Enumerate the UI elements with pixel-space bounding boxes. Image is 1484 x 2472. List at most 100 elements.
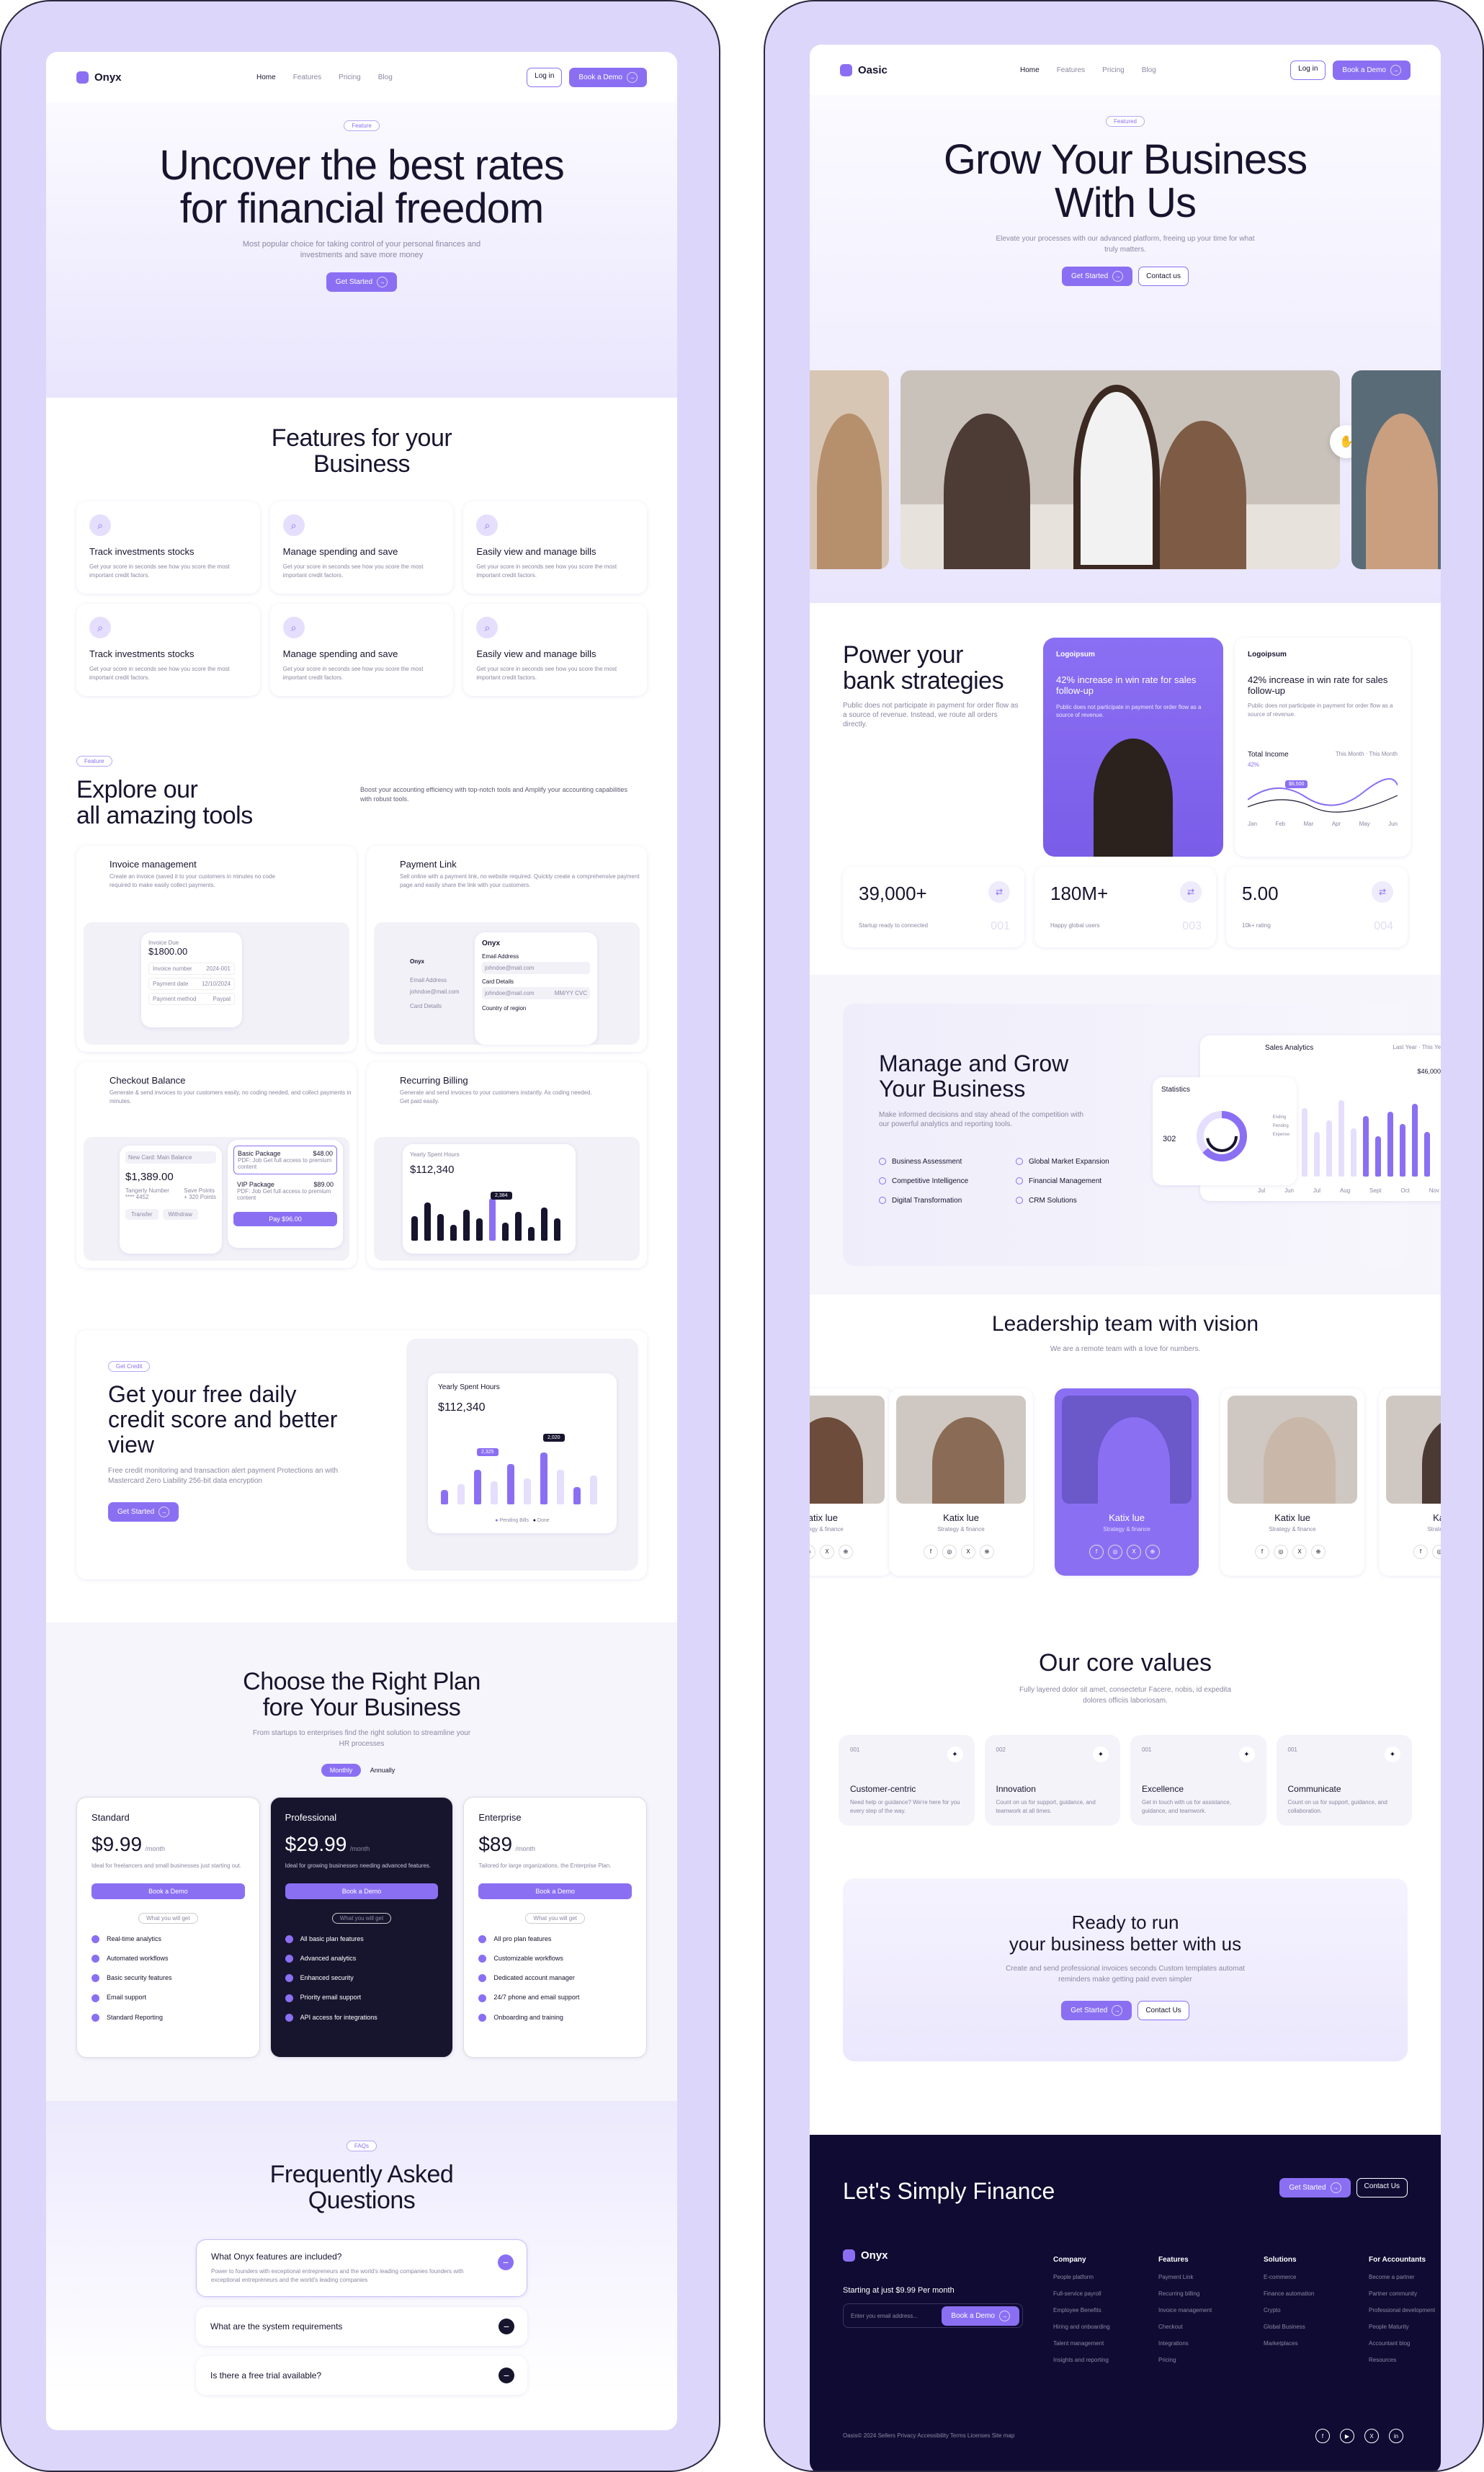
footer-link[interactable]: People platform <box>1053 2274 1125 2280</box>
footer-link[interactable]: Finance automation <box>1264 2290 1336 2297</box>
collapse-icon[interactable]: − <box>498 2254 514 2270</box>
cta-get-started-button[interactable]: Get Started <box>1061 2001 1132 2020</box>
credit-get-started-button[interactable]: Get Started <box>108 1502 179 1522</box>
feature-title: Manage spending and save <box>282 648 398 659</box>
login-button[interactable]: Log in <box>1290 60 1326 80</box>
footer-link[interactable]: Employee Benefits <box>1053 2307 1125 2313</box>
onyx-logo[interactable]: Onyx <box>76 71 256 84</box>
youtube-icon[interactable]: ▶ <box>1340 2429 1354 2443</box>
footer-link[interactable]: Integrations <box>1158 2340 1230 2347</box>
email-input[interactable]: johndoe@mail.com <box>482 962 590 974</box>
contact-button[interactable]: Contact us <box>1138 267 1189 286</box>
footer-link[interactable]: Checkout <box>1158 2324 1230 2330</box>
x-icon[interactable]: X <box>1127 1544 1141 1559</box>
footer-get-started-button[interactable]: Get Started <box>1279 2178 1351 2197</box>
footer-link[interactable]: Full-service payroll <box>1053 2290 1125 2297</box>
instagram-icon[interactable]: ◎ <box>942 1544 957 1559</box>
footer-book-demo-button[interactable]: Book a Demo <box>942 2306 1019 2326</box>
plan-book-demo-button[interactable]: Book a Demo <box>91 1883 245 1899</box>
footer-link[interactable]: Insights and reporting <box>1053 2357 1125 2363</box>
footer-link[interactable]: Talent management <box>1053 2340 1125 2347</box>
footer-link[interactable]: Resources <box>1369 2357 1441 2363</box>
vip-package[interactable]: VIP Package $89.00 PDF: Job Get full acce… <box>233 1177 337 1205</box>
faq-item-2[interactable]: What are the system requirements − <box>196 2307 527 2346</box>
feature-card[interactable]: ⌕ Manage spending and save Get your score … <box>269 604 454 696</box>
toggle-annually[interactable]: Annually <box>363 1764 403 1777</box>
footer-link[interactable]: Global Business <box>1264 2324 1336 2330</box>
footer-link[interactable]: Partner community <box>1369 2290 1441 2297</box>
footer-link[interactable]: Pricing <box>1158 2357 1230 2363</box>
linkedin-icon[interactable]: in <box>1389 2429 1403 2443</box>
facebook-icon[interactable]: f <box>1255 1544 1269 1559</box>
book-demo-button[interactable]: Book a Demo <box>569 67 647 87</box>
faq-item-3[interactable]: Is there a free trial available? − <box>196 2356 527 2395</box>
dribbble-icon[interactable]: ⊕ <box>980 1544 994 1559</box>
footer-link[interactable]: Become a partner <box>1369 2274 1441 2280</box>
team-card[interactable]: Katix lueStrategy & financef◎X⊕ <box>1379 1388 1441 1576</box>
transfer-button[interactable]: Transfer <box>125 1209 158 1220</box>
facebook-icon[interactable]: f <box>1089 1544 1104 1559</box>
faq-item-open[interactable]: What Onyx features are included? Power t… <box>196 2239 527 2297</box>
dribbble-icon[interactable]: ⊕ <box>1311 1544 1326 1559</box>
footer-link[interactable]: People Maturity <box>1369 2324 1441 2330</box>
expand-icon[interactable]: − <box>499 2368 514 2383</box>
pay-button[interactable]: Pay $96.00 <box>233 1212 337 1226</box>
expand-icon[interactable]: − <box>499 2319 514 2334</box>
team-card[interactable]: Katix lueStrategy & financef◎X⊕ <box>810 1388 892 1576</box>
instagram-icon[interactable]: ◎ <box>1274 1544 1288 1559</box>
instagram-icon[interactable]: ◎ <box>1108 1544 1122 1559</box>
get-started-button[interactable]: Get Started <box>326 272 398 292</box>
nav-link-pricing[interactable]: Pricing <box>1102 66 1125 74</box>
x-icon[interactable]: X <box>820 1544 834 1559</box>
feature-card[interactable]: ⌕ Easily view and manage bills Get your sc… <box>463 604 647 696</box>
footer-link[interactable]: Crypto <box>1264 2307 1336 2313</box>
footer-link[interactable]: Invoice management <box>1158 2307 1230 2313</box>
team-card[interactable]: Katix lueStrategy & financef◎X⊕ <box>1220 1388 1364 1576</box>
footer-link[interactable]: Accountant blog <box>1369 2340 1441 2347</box>
oasic-logo[interactable]: Oasic <box>840 63 1020 76</box>
footer-link[interactable]: Payment Link <box>1158 2274 1230 2280</box>
nav-link-features[interactable]: Features <box>1057 66 1085 74</box>
toggle-monthly[interactable]: Monthly <box>321 1764 362 1777</box>
nav-link-pricing[interactable]: Pricing <box>339 73 361 81</box>
instagram-icon[interactable]: ◎ <box>810 1544 815 1559</box>
footer-link[interactable]: Hiring and onboarding <box>1053 2324 1125 2330</box>
feature-card[interactable]: ⌕ Track investments stocks Get your score … <box>76 501 260 594</box>
get-started-button[interactable]: Get Started <box>1062 267 1133 286</box>
feature-card[interactable]: ⌕ Track investments stocks Get your score … <box>76 604 260 696</box>
team-card[interactable]: Katix lueStrategy & financef◎X⊕ <box>889 1388 1033 1576</box>
plan-book-demo-button[interactable]: Book a Demo <box>478 1883 632 1899</box>
footer-link[interactable]: Marketplaces <box>1264 2340 1336 2347</box>
x-icon[interactable]: X <box>1292 1544 1307 1559</box>
facebook-icon[interactable]: f <box>1413 1544 1428 1559</box>
book-demo-button[interactable]: Book a Demo <box>1333 60 1411 80</box>
nav-link-blog[interactable]: Blog <box>1142 66 1156 74</box>
nav-link-home[interactable]: Home <box>1020 66 1040 74</box>
x-icon[interactable]: X <box>961 1544 975 1559</box>
login-button[interactable]: Log in <box>527 67 563 87</box>
footer-link[interactable]: Professional development <box>1369 2307 1441 2313</box>
plan-book-demo-button[interactable]: Book a Demo <box>285 1883 439 1899</box>
facebook-icon[interactable]: f <box>924 1544 938 1559</box>
footer-link[interactable]: E-commerce <box>1264 2274 1336 2280</box>
dribbble-icon[interactable]: ⊕ <box>839 1544 853 1559</box>
card-input[interactable]: johndoe@mail.com MM/YY CVC <box>482 987 590 999</box>
dribbble-icon[interactable]: ⊕ <box>1145 1544 1160 1559</box>
footer-email-input[interactable]: Enter you email address... <box>851 2313 918 2319</box>
instagram-icon[interactable]: ◎ <box>1432 1544 1441 1559</box>
withdraw-button[interactable]: Withdraw <box>162 1209 198 1220</box>
nav-link-blog[interactable]: Blog <box>378 73 393 81</box>
footer-link[interactable]: Recurring billing <box>1158 2290 1230 2297</box>
cta-contact-button[interactable]: Contact Us <box>1137 2001 1189 2020</box>
nav-link-home[interactable]: Home <box>256 73 276 81</box>
footer-logo[interactable]: Onyx <box>843 2249 1023 2262</box>
team-card-active[interactable]: Katix lue Strategy & finance f ◎ X ⊕ <box>1055 1388 1199 1576</box>
nav-link-features[interactable]: Features <box>293 73 321 81</box>
card-select[interactable]: New Card: Main Balance <box>125 1151 216 1164</box>
x-icon[interactable]: X <box>1364 2429 1379 2443</box>
feature-card[interactable]: ⌕ Easily view and manage bills Get your sc… <box>463 501 647 594</box>
feature-card[interactable]: ⌕ Manage spending and save Get your score … <box>269 501 454 594</box>
basic-package[interactable]: Basic Package $48.00 PDF: Job Get full ac… <box>233 1146 337 1174</box>
facebook-icon[interactable]: f <box>1315 2429 1330 2443</box>
footer-contact-button[interactable]: Contact Us <box>1356 2178 1408 2197</box>
